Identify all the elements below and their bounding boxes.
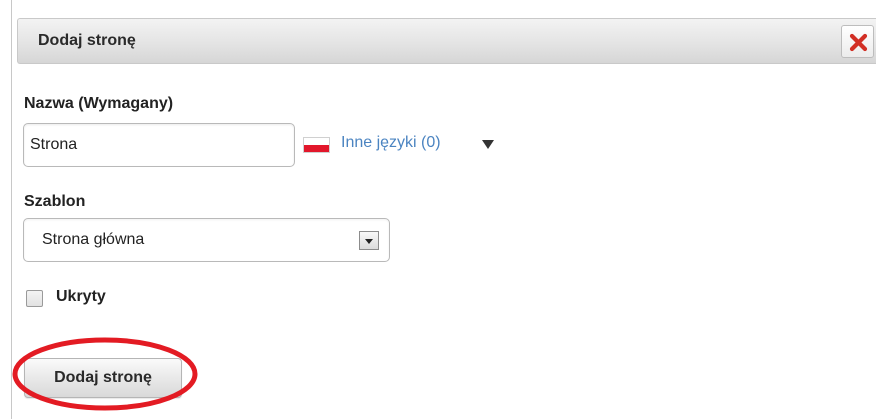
flag-pl-icon [303, 137, 330, 153]
name-input[interactable] [23, 123, 295, 167]
hidden-checkbox[interactable] [26, 290, 43, 307]
dialog-header: Dodaj stronę [17, 18, 876, 64]
select-arrow-icon[interactable] [359, 231, 379, 250]
add-page-button[interactable]: Dodaj stronę [24, 358, 182, 398]
panel-border [11, 0, 12, 419]
template-label: Szablon [24, 193, 86, 210]
close-button[interactable] [841, 25, 874, 58]
dialog-title: Dodaj stronę [38, 32, 136, 49]
triangle-down-icon[interactable] [482, 140, 494, 149]
name-label: Nazwa (Wymagany) [24, 95, 174, 112]
close-icon [849, 33, 868, 52]
other-languages-link[interactable]: Inne języki (0) [341, 134, 441, 152]
template-select-value: Strona główna [42, 231, 145, 248]
hidden-label[interactable]: Ukryty [56, 288, 106, 306]
add-page-dialog: Dodaj stronę Nazwa (Wymagany) Inne język… [0, 0, 876, 419]
template-select[interactable]: Strona główna [23, 218, 390, 262]
